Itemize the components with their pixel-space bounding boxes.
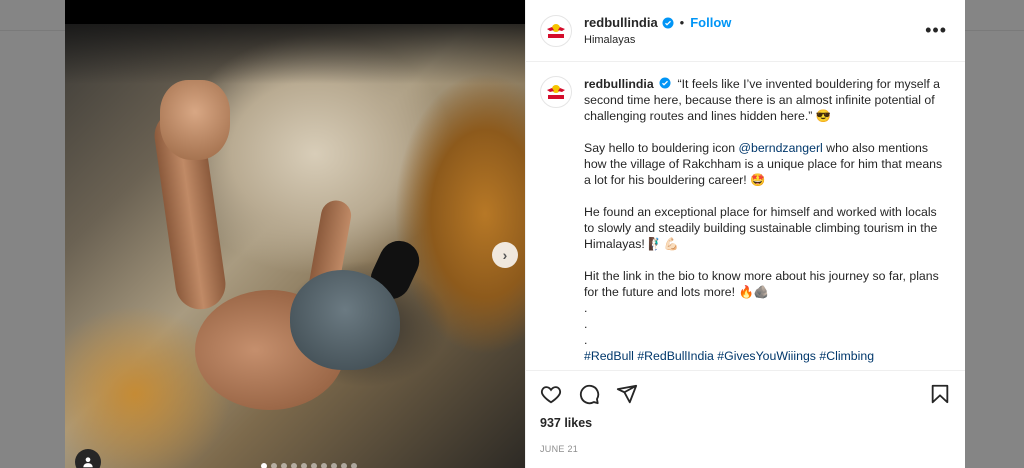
- carousel-dot: [261, 463, 267, 468]
- share-button[interactable]: [616, 383, 638, 405]
- heart-icon: [540, 385, 562, 403]
- carousel-next-button[interactable]: ›: [492, 242, 518, 268]
- avatar[interactable]: [540, 14, 572, 47]
- post-header: redbullindia • Follow Himalayas •••: [526, 0, 965, 62]
- save-button[interactable]: [929, 383, 951, 405]
- red-bull-logo-icon: [547, 23, 565, 38]
- carousel-dot: [291, 463, 297, 468]
- chevron-right-icon: ›: [502, 247, 508, 263]
- post-modal: › redbullindia • Follow Himalayas ••• re…: [65, 0, 965, 468]
- carousel-dot: [351, 463, 357, 468]
- post-username[interactable]: redbullindia: [584, 15, 658, 30]
- action-bar: [526, 370, 965, 416]
- comment-button[interactable]: [578, 383, 600, 405]
- follow-button[interactable]: Follow: [690, 15, 731, 30]
- bookmark-icon: [931, 384, 949, 403]
- carousel-dot: [321, 463, 327, 468]
- post-location[interactable]: Himalayas: [584, 34, 921, 46]
- carousel-dot: [331, 463, 337, 468]
- caption-avatar[interactable]: [540, 76, 572, 108]
- user-tag-icon: [83, 457, 93, 468]
- caption-username[interactable]: redbullindia: [584, 77, 654, 91]
- carousel-dot: [341, 463, 347, 468]
- hashtags[interactable]: #RedBull #RedBullIndia #GivesYouWiiings …: [584, 348, 944, 364]
- more-options-button[interactable]: •••: [921, 16, 951, 45]
- caption-dot: .: [584, 317, 588, 331]
- mention-link[interactable]: @berndzangerl: [739, 141, 823, 155]
- caption-text: redbullindia “It feels like I’ve invente…: [584, 76, 944, 364]
- carousel-dot: [311, 463, 317, 468]
- post-sidebar: redbullindia • Follow Himalayas ••• redb…: [525, 0, 965, 468]
- carousel-indicator: [261, 463, 357, 468]
- verified-badge-icon: [662, 17, 674, 28]
- windows-watermark: Activate Wi: [870, 458, 936, 468]
- carousel-dot: [301, 463, 307, 468]
- red-bull-logo-icon: [547, 85, 565, 99]
- caption-dot: .: [584, 333, 588, 347]
- caption-p4: Hit the link in the bio to know more abo…: [584, 269, 939, 299]
- separator-dot: •: [679, 15, 685, 30]
- likes-count[interactable]: 937 likes: [526, 416, 965, 438]
- post-media: ›: [65, 0, 525, 468]
- caption-p2-start: Say hello to bouldering icon: [584, 141, 739, 155]
- caption-area: redbullindia “It feels like I’ve invente…: [526, 62, 965, 370]
- caption-dot: .: [584, 301, 588, 315]
- comment-icon: [579, 384, 600, 404]
- share-icon: [616, 384, 638, 403]
- caption-p3: He found an exceptional place for himsel…: [584, 205, 938, 251]
- carousel-dot: [281, 463, 287, 468]
- carousel-dot: [271, 463, 277, 468]
- like-button[interactable]: [540, 383, 562, 405]
- verified-badge-icon: [659, 77, 671, 89]
- caption: redbullindia “It feels like I’ve invente…: [540, 76, 951, 364]
- tagged-users-button[interactable]: [75, 449, 101, 468]
